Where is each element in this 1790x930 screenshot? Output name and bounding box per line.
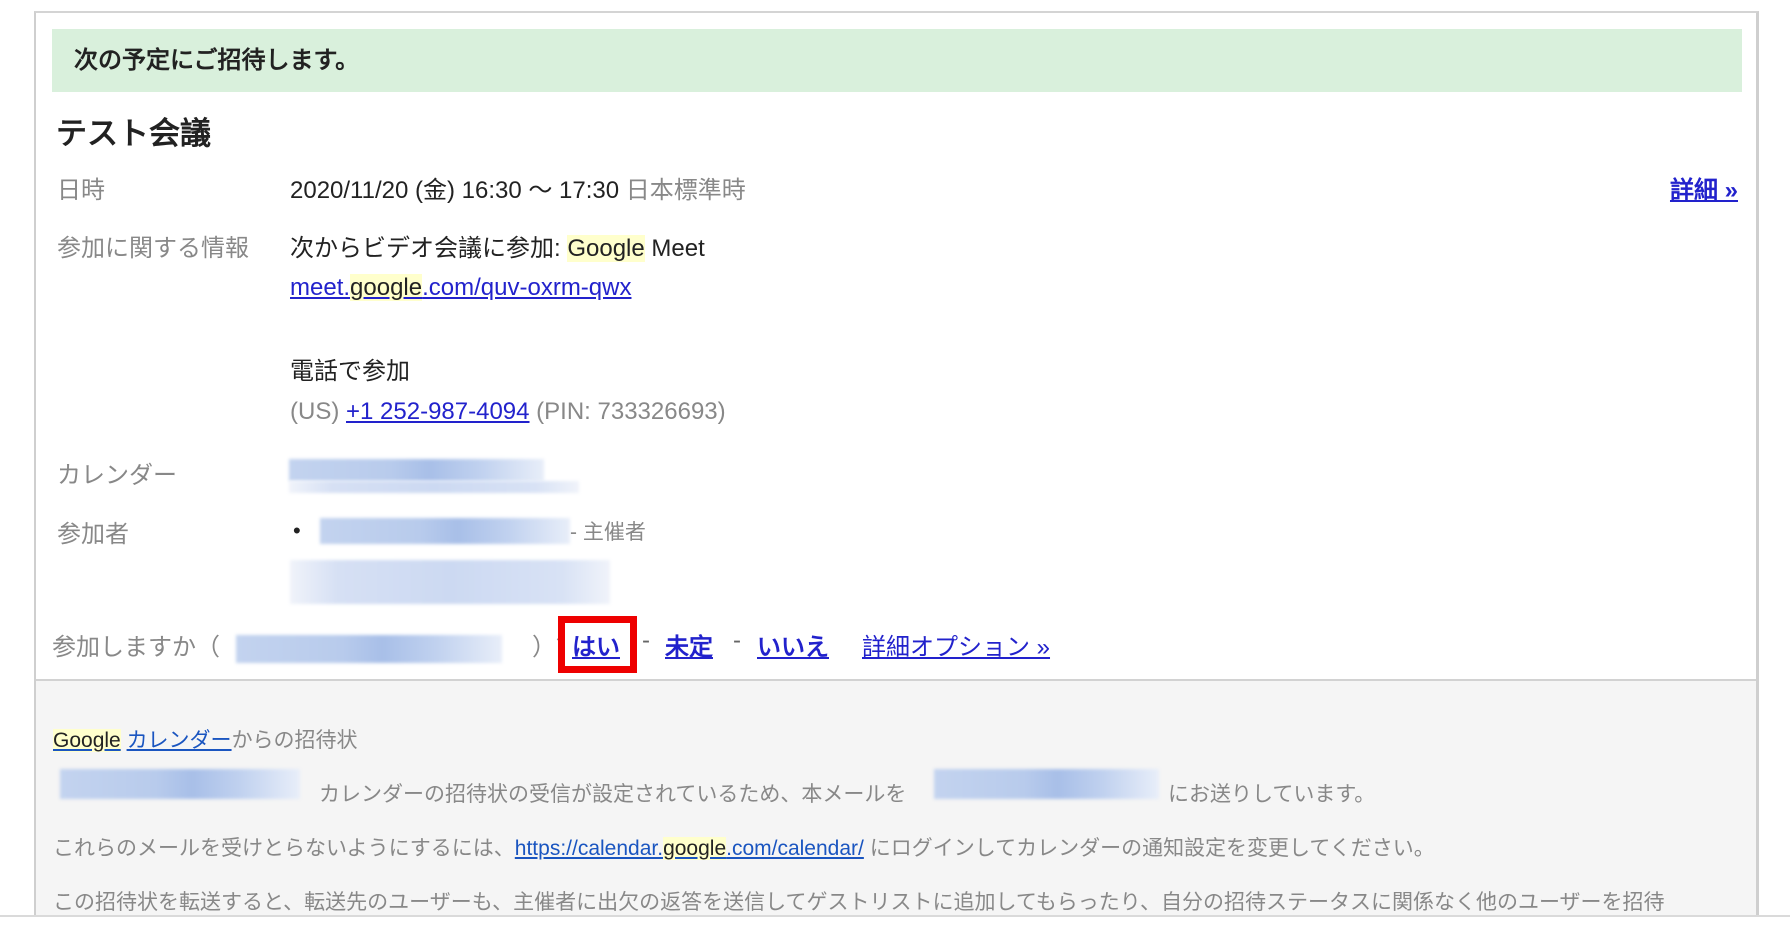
rsvp-maybe-link[interactable]: 未定 xyxy=(665,627,713,662)
datetime-label: 日時 xyxy=(57,177,105,204)
video-join-suffix: Meet xyxy=(644,235,705,262)
footer-calendar-url-link[interactable]: https://calendar. xyxy=(515,837,663,860)
phone-join-heading: 電話で参加 xyxy=(290,358,410,385)
datetime-text: 2020/11/20 (金) 16:30 〜 17:30 xyxy=(290,177,620,204)
join-info-label: 参加に関する情報 xyxy=(57,235,249,262)
phone-join-line: (US) +1 252-987-4094 (PIN: 733326693) xyxy=(290,398,726,426)
rsvp-yes-link[interactable]: はい xyxy=(572,627,620,662)
footer-google-highlight[interactable]: Google xyxy=(53,729,121,752)
rsvp-separator: - xyxy=(733,627,741,654)
rsvp-no-link[interactable]: いいえ xyxy=(757,627,829,662)
banner-text: 次の予定にご招待します。 xyxy=(74,47,360,74)
rsvp-separator: - xyxy=(642,627,650,654)
meet-link-part[interactable]: meet. xyxy=(290,274,350,301)
phone-number-link[interactable]: +1 252-987-4094 xyxy=(346,398,530,425)
footer-calendar-redacted xyxy=(60,769,300,799)
bottom-divider xyxy=(0,915,1790,917)
footer-line-reason: カレンダーの招待状の受信が設定されているため、本メールを xyxy=(319,783,907,806)
email-footer: Google カレンダーからの招待状 カレンダーの招待状の受信が設定されているた… xyxy=(36,679,1756,915)
footer-line-source: Google カレンダーからの招待状 xyxy=(53,724,358,754)
footer-email-redacted xyxy=(934,769,1159,799)
timezone-text: 日本標準時 xyxy=(625,177,746,204)
calendar-value-redacted-shadow xyxy=(289,481,579,493)
footer-unsubscribe-suffix: にログインしてカレンダーの通知設定を変更してください。 xyxy=(863,837,1435,860)
guests-label: 参加者 xyxy=(57,521,129,548)
datetime-value: 2020/11/20 (金) 16:30 〜 17:30 日本標準時 xyxy=(290,170,746,205)
rsvp-more-options-link[interactable]: 詳細オプション » xyxy=(862,627,1050,662)
guest-organizer-role: - 主催者 xyxy=(570,521,646,544)
phone-country: (US) xyxy=(290,398,346,425)
calendar-value-redacted xyxy=(289,459,544,481)
guest-name-redacted-2 xyxy=(290,560,610,604)
footer-source-suffix: からの招待状 xyxy=(231,729,358,752)
video-join-prefix: 次からビデオ会議に参加: xyxy=(290,235,568,262)
guest-name-redacted xyxy=(320,518,570,544)
invitation-banner: 次の予定にご招待します。 xyxy=(52,29,1742,92)
meet-link-highlight[interactable]: google xyxy=(350,274,423,301)
google-highlight: Google xyxy=(567,235,645,262)
event-title: テスト会議 xyxy=(56,116,211,151)
footer-calendar-link[interactable]: カレンダー xyxy=(127,729,232,752)
footer-line-forwarding: この招待状を転送すると、転送先のユーザーも、主催者に出欠の返答を送信してゲストリ… xyxy=(53,891,1665,914)
guest-bullet: • xyxy=(293,518,301,543)
footer-line-reason-suffix: にお送りしています。 xyxy=(1168,783,1376,806)
rsvp-prompt: 参加しますか（ xyxy=(52,634,220,661)
meet-link-part[interactable]: .com/quv-oxrm-qwx xyxy=(422,274,631,301)
footer-calendar-url-highlight[interactable]: google xyxy=(663,837,727,860)
rsvp-email-redacted xyxy=(236,635,502,663)
meet-link[interactable]: meet.google.com/quv-oxrm-qwx xyxy=(290,274,631,302)
footer-calendar-url-link-end[interactable]: .com/calendar/ xyxy=(726,837,864,860)
video-join-text: 次からビデオ会議に参加: Google Meet xyxy=(290,228,705,263)
footer-unsubscribe-prefix: これらのメールを受けとらないようにするには、 xyxy=(53,837,515,860)
calendar-label: カレンダー xyxy=(57,462,177,489)
phone-pin: (PIN: 733326693) xyxy=(529,398,726,425)
event-details-link[interactable]: 詳細 » xyxy=(1670,170,1738,205)
footer-line-unsubscribe: これらのメールを受けとらないようにするには、https://calendar.g… xyxy=(53,832,1435,862)
